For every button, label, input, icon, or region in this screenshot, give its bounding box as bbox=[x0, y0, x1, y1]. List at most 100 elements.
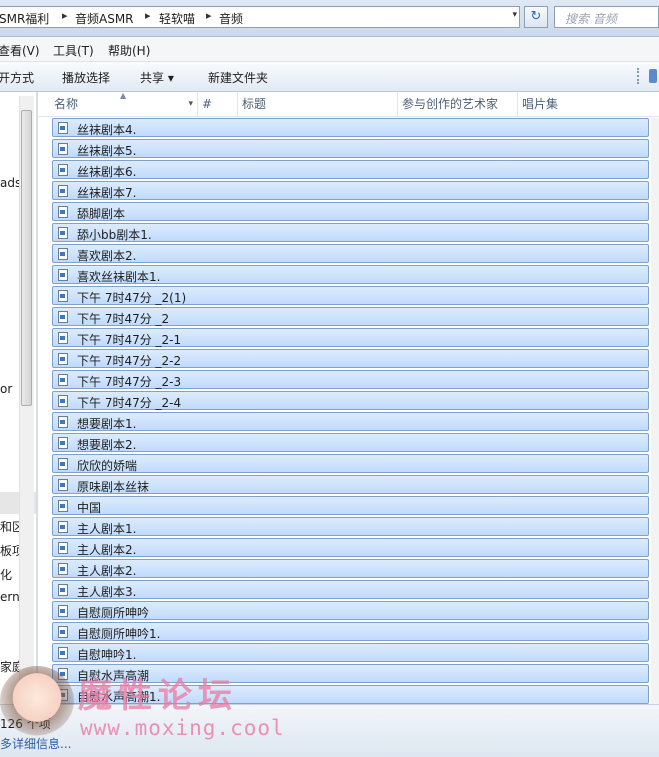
audio-file-icon bbox=[58, 500, 68, 512]
address-dropdown-icon[interactable]: ▾ bbox=[512, 10, 517, 20]
nav-item-label[interactable]: or bbox=[0, 382, 12, 396]
file-row[interactable]: 主人剧本1. bbox=[52, 517, 649, 536]
breadcrumb[interactable]: SMR福利 ▸ 音频ASMR ▸ 轻软喵 ▸ 音频 ▾ bbox=[0, 6, 520, 28]
file-name: 丝袜剧本5. bbox=[77, 144, 137, 158]
audio-file-icon bbox=[58, 521, 68, 533]
file-row[interactable]: 主人剧本2. bbox=[52, 538, 649, 557]
audio-file-icon bbox=[58, 605, 68, 617]
file-name: 丝袜剧本7. bbox=[77, 186, 137, 200]
menu-view[interactable]: 查看(V) bbox=[0, 42, 40, 59]
file-row[interactable]: 下午 7时47分 _2-3 bbox=[52, 370, 649, 389]
search-input[interactable]: 搜索 音频 bbox=[554, 6, 659, 28]
audio-file-icon bbox=[58, 332, 68, 344]
file-row[interactable]: 自慰厕所呻吟 bbox=[52, 601, 649, 620]
file-name: 自慰水声高潮 bbox=[77, 669, 150, 683]
open-with-button[interactable]: 打开方式 bbox=[0, 69, 34, 86]
audio-file-icon bbox=[58, 647, 68, 659]
breadcrumb-separator-icon[interactable]: ▸ bbox=[145, 9, 151, 22]
audio-file-icon bbox=[58, 269, 68, 281]
file-name: 原味剧本丝袜 bbox=[77, 480, 150, 494]
file-name: 主人剧本2. bbox=[77, 564, 137, 578]
column-header-number[interactable]: # bbox=[198, 92, 238, 116]
file-row[interactable]: 舔脚剧本 bbox=[52, 202, 649, 221]
audio-file-icon bbox=[58, 206, 68, 218]
file-name: 自慰呻吟1. bbox=[77, 648, 137, 662]
column-filter-dropdown-icon[interactable]: ▾ bbox=[188, 92, 193, 116]
column-header-row: ▲ 名称 ▾ # 标题 参与创作的艺术家 唱片集 bbox=[38, 91, 659, 117]
file-name: 喜欢剧本2. bbox=[77, 249, 137, 263]
breadcrumb-separator-icon[interactable]: ▸ bbox=[62, 9, 68, 22]
file-name: 喜欢丝袜剧本1. bbox=[77, 270, 161, 284]
more-details-link[interactable]: 多详细信息... bbox=[0, 735, 71, 752]
pane-divider[interactable] bbox=[36, 92, 38, 704]
breadcrumb-item[interactable]: SMR福利 bbox=[0, 10, 49, 27]
breadcrumb-item[interactable]: 音频 bbox=[219, 10, 243, 27]
file-row[interactable]: 下午 7时47分 _2-1 bbox=[52, 328, 649, 347]
column-header-name[interactable]: ▲ 名称 ▾ bbox=[38, 91, 198, 116]
refresh-button[interactable]: ↻ bbox=[524, 6, 548, 28]
file-row[interactable]: 丝袜剧本4. bbox=[52, 118, 649, 137]
audio-file-icon bbox=[58, 164, 68, 176]
file-row[interactable]: 丝袜剧本5. bbox=[52, 139, 649, 158]
file-row[interactable]: 丝袜剧本7. bbox=[52, 181, 649, 200]
nav-scrollbar-thumb[interactable] bbox=[21, 110, 32, 406]
item-count: 126 个项 bbox=[0, 717, 51, 731]
file-row[interactable]: 自慰水声高潮 bbox=[52, 664, 649, 683]
audio-file-icon bbox=[58, 395, 68, 407]
file-name: 想要剧本1. bbox=[77, 417, 137, 431]
file-name: 主人剧本2. bbox=[77, 543, 137, 557]
help-icon[interactable] bbox=[649, 69, 657, 83]
play-selection-button[interactable]: 播放选择 bbox=[62, 69, 110, 86]
file-name: 自慰厕所呻吟 bbox=[77, 606, 150, 620]
audio-file-icon bbox=[58, 374, 68, 386]
file-row[interactable]: 原味剧本丝袜 bbox=[52, 475, 649, 494]
audio-file-icon bbox=[58, 227, 68, 239]
file-row[interactable]: 自慰水声高潮1. bbox=[52, 685, 649, 704]
file-row[interactable]: 舔小bb剧本1. bbox=[52, 223, 649, 242]
address-bar: SMR福利 ▸ 音频ASMR ▸ 轻软喵 ▸ 音频 ▾ ↻ 搜索 音频 bbox=[0, 0, 659, 37]
file-row[interactable]: 下午 7时47分 _2 bbox=[52, 307, 649, 326]
menu-tools[interactable]: 工具(T) bbox=[53, 42, 94, 59]
file-name: 丝袜剧本6. bbox=[77, 165, 137, 179]
share-button[interactable]: 共享 ▾ bbox=[140, 69, 174, 86]
file-name: 下午 7时47分 _2 bbox=[77, 312, 170, 326]
file-name: 想要剧本2. bbox=[77, 438, 137, 452]
file-row[interactable]: 下午 7时47分 _2(1) bbox=[52, 286, 649, 305]
breadcrumb-item[interactable]: 音频ASMR bbox=[75, 10, 134, 27]
file-row[interactable]: 丝袜剧本6. bbox=[52, 160, 649, 179]
column-header-title[interactable]: 标题 bbox=[238, 92, 398, 116]
file-name: 下午 7时47分 _2(1) bbox=[77, 291, 187, 305]
audio-file-icon bbox=[58, 122, 68, 134]
file-row[interactable]: 主人剧本2. bbox=[52, 559, 649, 578]
new-folder-button[interactable]: 新建文件夹 bbox=[208, 69, 268, 86]
file-row[interactable]: 喜欢丝袜剧本1. bbox=[52, 265, 649, 284]
nav-item-label[interactable]: 化 bbox=[0, 566, 12, 583]
file-row[interactable]: 自慰呻吟1. bbox=[52, 643, 649, 662]
file-row[interactable]: 下午 7时47分 _2-2 bbox=[52, 349, 649, 368]
file-row[interactable]: 欣欣的娇喘 bbox=[52, 454, 649, 473]
column-header-artist[interactable]: 参与创作的艺术家 bbox=[398, 92, 518, 116]
status-bar: 126 个项 多详细信息... bbox=[0, 704, 659, 757]
file-name: 下午 7时47分 _2-2 bbox=[77, 354, 182, 368]
file-row[interactable]: 想要剧本1. bbox=[52, 412, 649, 431]
file-row[interactable]: 喜欢剧本2. bbox=[52, 244, 649, 263]
breadcrumb-separator-icon[interactable]: ▸ bbox=[206, 9, 212, 22]
file-row[interactable]: 自慰厕所呻吟1. bbox=[52, 622, 649, 641]
breadcrumb-item[interactable]: 轻软喵 bbox=[159, 10, 195, 27]
toolbar-grip-icon bbox=[637, 68, 643, 84]
file-name: 欣欣的娇喘 bbox=[77, 459, 138, 473]
file-row[interactable]: 想要剧本2. bbox=[52, 433, 649, 452]
menu-help[interactable]: 帮助(H) bbox=[108, 42, 150, 59]
file-list-scrollbar[interactable] bbox=[651, 118, 659, 704]
column-header-album[interactable]: 唱片集 bbox=[518, 92, 659, 116]
search-placeholder: 搜索 音频 bbox=[565, 12, 617, 26]
audio-file-icon bbox=[58, 185, 68, 197]
file-row[interactable]: 主人剧本3. bbox=[52, 580, 649, 599]
nav-scrollbar[interactable] bbox=[19, 96, 34, 704]
file-list: 丝袜剧本4. 丝袜剧本5. 丝袜剧本6. 丝袜剧本7. 舔脚剧本舔小bb剧本1. 喜欢剧本… bbox=[52, 118, 649, 704]
file-row[interactable]: 下午 7时47分 _2-4 bbox=[52, 391, 649, 410]
audio-file-icon bbox=[58, 668, 68, 680]
file-name: 主人剧本3. bbox=[77, 585, 137, 599]
file-row[interactable]: 中国 bbox=[52, 496, 649, 515]
audio-file-icon bbox=[58, 563, 68, 575]
